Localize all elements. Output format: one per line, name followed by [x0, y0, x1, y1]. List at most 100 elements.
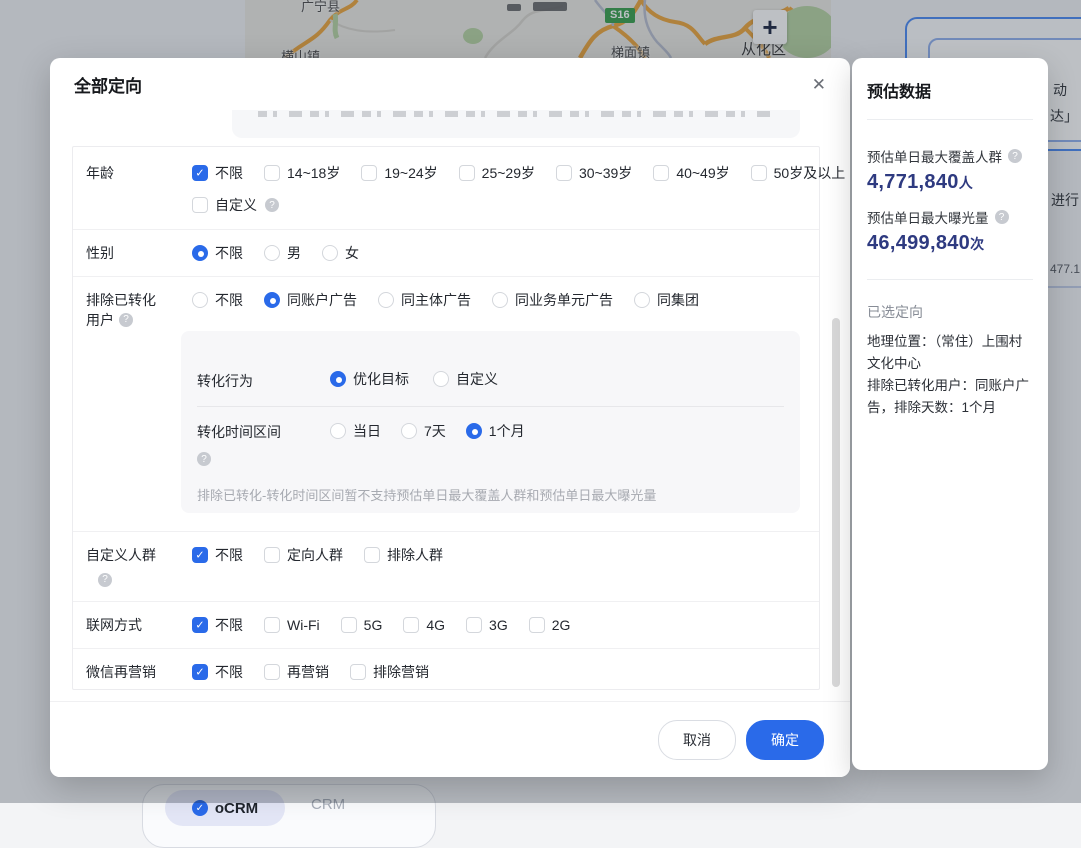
- close-icon[interactable]: ✕: [812, 76, 826, 93]
- radio-option[interactable]: 女: [322, 243, 359, 263]
- radio-option[interactable]: 自定义: [433, 369, 498, 389]
- divider: [867, 119, 1033, 120]
- checkbox-option[interactable]: 19~24岁: [361, 163, 437, 183]
- modal-title: 全部定向: [74, 72, 142, 97]
- radio-icon: [192, 292, 208, 308]
- checkbox-option[interactable]: 5G: [341, 617, 383, 633]
- checkbox-icon: [529, 617, 545, 633]
- conversion-behavior-row: 转化行为 优化目标 自定义: [197, 331, 784, 407]
- radio-option[interactable]: 不限: [192, 290, 243, 310]
- checkbox-option[interactable]: ✓ 不限: [192, 615, 243, 635]
- checkbox-option[interactable]: 3G: [466, 617, 508, 633]
- radio-icon: [378, 292, 394, 308]
- radio-icon: [433, 371, 449, 387]
- radio-option[interactable]: 优化目标: [330, 369, 409, 389]
- network-options: ✓ 不限 Wi-Fi 5G 4G: [192, 602, 819, 635]
- checkbox-option[interactable]: 2G: [529, 617, 571, 633]
- checkbox-checked-icon: ✓: [192, 165, 208, 181]
- conversion-behavior-label: 转化行为: [197, 371, 253, 391]
- radio-option[interactable]: 同主体广告: [378, 290, 471, 310]
- age-options-line1: ✓ 不限 14~18岁 19~24岁 25~29岁: [192, 147, 815, 183]
- row-wechat-remarketing: 微信再营销 ✓ 不限 再营销 排除营销: [73, 648, 819, 691]
- cancel-button[interactable]: 取消: [658, 720, 736, 760]
- help-icon[interactable]: ?: [265, 198, 279, 212]
- radio-icon: [634, 292, 650, 308]
- help-icon[interactable]: ?: [119, 313, 133, 327]
- checkbox-icon: [466, 617, 482, 633]
- checkbox-checked-icon: ✓: [192, 547, 208, 563]
- row-exclude-converted: 排除已转化 用户 ? 不限 同账户广告: [73, 276, 819, 531]
- radio-icon: [322, 245, 338, 261]
- checkbox-icon: [751, 165, 767, 181]
- exclude-converted-options: 不限 同账户广告 同主体广告 同业务单元广告: [192, 277, 819, 310]
- checkbox-option[interactable]: 50岁及以上: [751, 163, 846, 183]
- radio-selected-icon: [264, 292, 280, 308]
- checkbox-icon: [361, 165, 377, 181]
- row-network-label: 联网方式: [86, 615, 194, 635]
- checkbox-option[interactable]: 4G: [403, 617, 445, 633]
- scrollbar-thumb[interactable]: [832, 318, 840, 687]
- row-wechat-remarketing-label: 微信再营销: [86, 662, 194, 682]
- radio-icon: [401, 423, 417, 439]
- exposure-value: 46,499,840次: [867, 232, 1033, 255]
- checkbox-option[interactable]: 14~18岁: [264, 163, 340, 183]
- row-gender: 性别 不限 男 女: [73, 229, 819, 276]
- row-exclude-converted-label: 排除已转化 用户 ?: [86, 290, 194, 330]
- help-icon[interactable]: ?: [197, 452, 211, 466]
- modal-footer: 取消 确定: [50, 701, 850, 777]
- row-gender-label: 性别: [86, 243, 194, 263]
- help-icon[interactable]: ?: [995, 210, 1009, 224]
- conversion-note: 排除已转化-转化时间区间暂不支持预估单日最大覆盖人群和预估单日最大曝光量: [197, 485, 784, 504]
- checkbox-option[interactable]: 排除人群: [364, 545, 443, 565]
- radio-selected-icon: [192, 245, 208, 261]
- help-icon[interactable]: ?: [1008, 149, 1022, 163]
- radio-selected-icon: [330, 371, 346, 387]
- checkbox-icon: [264, 165, 280, 181]
- conversion-window-label: 转化时间区间 ?: [197, 422, 315, 466]
- selected-targeting-item: 排除已转化用户：同账户广告，排除天数：1个月: [867, 375, 1033, 419]
- radio-option[interactable]: 7天: [401, 421, 446, 441]
- estimate-panel: 预估数据 预估单日最大覆盖人群 ? 4,771,840人 预估单日最大曝光量 ?…: [852, 58, 1048, 770]
- checkbox-icon: [341, 617, 357, 633]
- targeting-modal: 全部定向 ✕ 年龄 ✓ 不限 14~18岁: [50, 58, 850, 777]
- scrolled-section-remnant: [232, 110, 800, 138]
- radio-option[interactable]: 当日: [330, 421, 381, 441]
- help-icon[interactable]: ?: [98, 573, 112, 587]
- checkbox-option[interactable]: ✓ 不限: [192, 662, 243, 682]
- row-network: 联网方式 ✓ 不限 Wi-Fi 5G: [73, 601, 819, 648]
- checkbox-option[interactable]: 30~39岁: [556, 163, 632, 183]
- clipped-text-line: [258, 111, 774, 117]
- radio-option[interactable]: 同集团: [634, 290, 699, 310]
- row-custom-audience: 自定义人群 ? ✓ 不限 定向人群 排除人群: [73, 531, 819, 601]
- row-age: 年龄 ✓ 不限 14~18岁 19~24岁: [73, 147, 819, 229]
- checkbox-option[interactable]: ✓ 不限: [192, 163, 243, 183]
- checkbox-option[interactable]: 排除营销: [350, 662, 429, 682]
- checkbox-option[interactable]: ✓ 不限: [192, 545, 243, 565]
- checkbox-checked-icon: ✓: [192, 617, 208, 633]
- radio-option[interactable]: 1个月: [466, 421, 525, 441]
- coverage-unit: 人: [959, 175, 973, 191]
- estimate-panel-title: 预估数据: [867, 78, 1033, 102]
- checkbox-option[interactable]: 再营销: [264, 662, 329, 682]
- checkbox-option[interactable]: 25~29岁: [459, 163, 535, 183]
- radio-option[interactable]: 同账户广告: [264, 290, 357, 310]
- selected-targeting-title: 已选定向: [867, 302, 1033, 322]
- coverage-value: 4,771,840人: [867, 171, 1033, 194]
- radio-option[interactable]: 男: [264, 243, 301, 263]
- selected-targeting-item: 地理位置：（常住）上围村文化中心: [867, 331, 1033, 375]
- gender-options: 不限 男 女: [192, 230, 819, 263]
- age-options-line2: 自定义 ?: [192, 195, 819, 215]
- wechat-remarketing-options: ✓ 不限 再营销 排除营销: [192, 649, 819, 682]
- radio-option[interactable]: 同业务单元广告: [492, 290, 613, 310]
- radio-icon: [264, 245, 280, 261]
- radio-icon: [330, 423, 346, 439]
- checkbox-option[interactable]: 定向人群: [264, 545, 343, 565]
- checkbox-icon: [653, 165, 669, 181]
- confirm-button[interactable]: 确定: [746, 720, 824, 760]
- checkbox-option[interactable]: Wi-Fi: [264, 617, 320, 633]
- checkbox-option-custom[interactable]: 自定义: [192, 195, 257, 215]
- checkbox-option[interactable]: 40~49岁: [653, 163, 729, 183]
- radio-option[interactable]: 不限: [192, 243, 243, 263]
- checkbox-icon: [264, 664, 280, 680]
- modal-body: 年龄 ✓ 不限 14~18岁 19~24岁: [50, 110, 850, 700]
